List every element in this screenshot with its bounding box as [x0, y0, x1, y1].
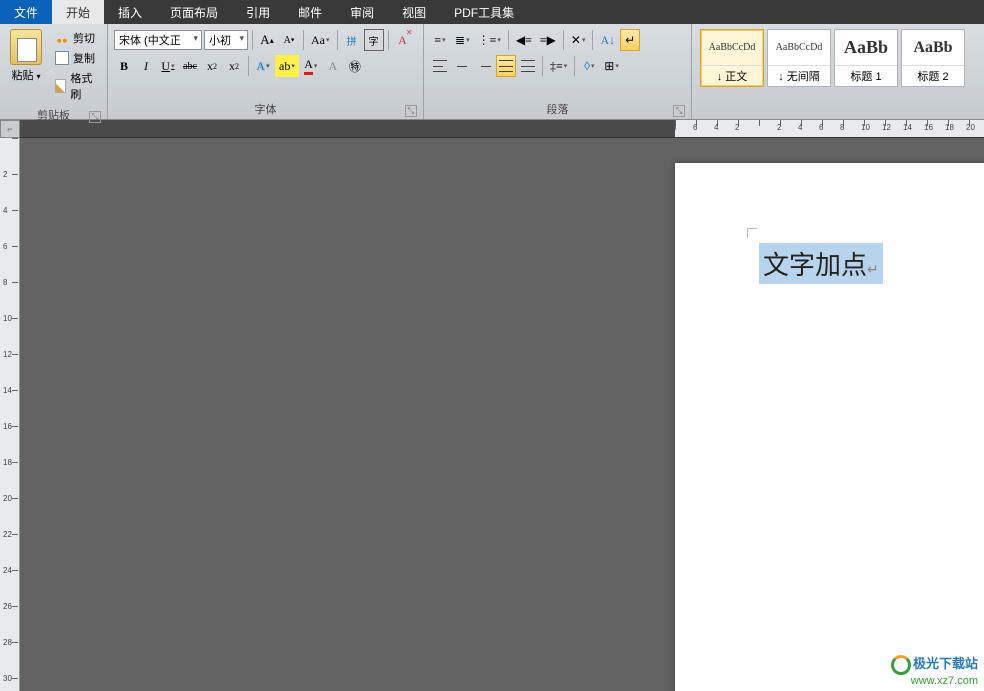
menu-home[interactable]: 开始 [52, 0, 104, 24]
menu-mail[interactable]: 邮件 [284, 0, 336, 24]
align-right-button[interactable] [474, 55, 494, 77]
paste-label[interactable]: 粘贴 ▾ [11, 67, 40, 83]
shrink-font-button[interactable]: A▾ [279, 29, 299, 51]
return-glyph-icon: ↵ [867, 263, 879, 278]
menu-pdf[interactable]: PDF工具集 [440, 0, 528, 24]
indent-decrease-button[interactable]: ◀≡ [513, 29, 535, 51]
font-name-combo[interactable]: 宋体 (中文正 [114, 30, 202, 50]
ruler-vertical[interactable]: 24681012141618202224262830 [0, 138, 20, 691]
paragraph-launcher[interactable]: ⤡ [673, 105, 685, 117]
group-paragraph: ≡▾ ≣▾ ⋮≡▾ ◀≡ ≡▶ ✕▾ A↓ ↵ [424, 24, 692, 119]
style-card-0[interactable]: AaBbCcDd↓ 正文 [700, 29, 764, 87]
paste-icon[interactable] [10, 29, 42, 65]
ribbon: 粘贴 ▾ 剪切 复制 格式刷 剪贴板⤡ 宋体 (中文正 小初 A▴ A▾ Aa▾ [0, 24, 984, 120]
clear-format-button[interactable]: A✕ [393, 29, 413, 51]
watermark-logo-icon [891, 655, 911, 675]
clipboard-launcher[interactable]: ⤡ [89, 111, 101, 123]
ruler-row: ⌐ 86422468101214161820 [0, 120, 984, 138]
shading-button[interactable]: ◊▾ [579, 55, 599, 77]
menu-insert[interactable]: 插入 [104, 0, 156, 24]
highlight-button[interactable]: ab▾ [275, 55, 299, 77]
watermark: 极光下载站 www.xz7.com [891, 653, 978, 687]
style-card-2[interactable]: AaBb标题 1 [834, 29, 898, 87]
menu-references[interactable]: 引用 [232, 0, 284, 24]
multilevel-button[interactable]: ⋮≡▾ [475, 29, 504, 51]
char-border-button[interactable]: 字 [364, 29, 384, 51]
subscript-button[interactable]: x2 [202, 55, 222, 77]
char-shading-button[interactable]: A [323, 55, 343, 77]
style-label: 标题 2 [902, 65, 964, 86]
text-effects-button[interactable]: A▾ [253, 55, 273, 77]
menu-file[interactable]: 文件 [0, 0, 52, 24]
align-justify-button[interactable] [496, 55, 516, 77]
pinyin-guide-button[interactable]: 拼 [342, 29, 362, 51]
group-clipboard-label: 剪贴板⤡ [4, 105, 103, 125]
group-paragraph-label: 段落⤡ [428, 99, 687, 119]
scissors-icon [55, 31, 69, 45]
group-font-label: 字体⤡ [112, 99, 419, 119]
group-styles: AaBbCcDd↓ 正文AaBbCcDd↓ 无间隔AaBb标题 1AaBb标题 … [692, 24, 984, 119]
font-color-button[interactable]: A▾ [301, 55, 321, 77]
style-preview: AaBb [902, 30, 964, 65]
align-center-button[interactable] [452, 55, 472, 77]
line-spacing-button[interactable]: ‡≡▾ [547, 55, 570, 77]
menu-view[interactable]: 视图 [388, 0, 440, 24]
align-distribute-button[interactable] [518, 55, 538, 77]
menubar: 文件 开始 插入 页面布局 引用 邮件 审阅 视图 PDF工具集 [0, 0, 984, 24]
cut-button[interactable]: 剪切 [52, 29, 99, 47]
style-card-3[interactable]: AaBb标题 2 [901, 29, 965, 87]
group-font: 宋体 (中文正 小初 A▴ A▾ Aa▾ 拼 字 A✕ B I U▾ [108, 24, 424, 119]
change-case-button[interactable]: Aa▾ [308, 29, 333, 51]
style-label: ↓ 无间隔 [768, 65, 830, 86]
style-label: ↓ 正文 [701, 65, 763, 86]
font-launcher[interactable]: ⤡ [405, 105, 417, 117]
grow-font-button[interactable]: A▴ [257, 29, 277, 51]
workspace: 24681012141618202224262830 文字加点↵ [0, 138, 984, 691]
copy-icon [55, 51, 69, 65]
page[interactable]: 文字加点↵ [675, 163, 984, 691]
strike-button[interactable]: abc [180, 55, 200, 77]
style-preview: AaBb [835, 30, 897, 65]
underline-button[interactable]: U▾ [158, 55, 178, 77]
bold-button[interactable]: B [114, 55, 134, 77]
group-clipboard: 粘贴 ▾ 剪切 复制 格式刷 剪贴板⤡ [0, 24, 108, 119]
sort-button[interactable]: A↓ [597, 29, 618, 51]
style-preview: AaBbCcDd [701, 30, 763, 65]
menu-review[interactable]: 审阅 [336, 0, 388, 24]
margin-corner-icon [747, 228, 757, 238]
superscript-button[interactable]: x2 [224, 55, 244, 77]
selected-text[interactable]: 文字加点↵ [759, 243, 883, 284]
document-area[interactable]: 文字加点↵ [20, 138, 984, 691]
enclosed-char-button[interactable]: ㊕ [345, 55, 365, 77]
style-card-1[interactable]: AaBbCcDd↓ 无间隔 [767, 29, 831, 87]
text-direction-button[interactable]: ✕▾ [568, 29, 589, 51]
font-size-combo[interactable]: 小初 [204, 30, 248, 50]
style-preview: AaBbCcDd [768, 30, 830, 65]
align-left-button[interactable] [430, 55, 450, 77]
show-marks-button[interactable]: ↵ [620, 29, 640, 51]
brush-icon [55, 79, 66, 93]
style-label: 标题 1 [835, 65, 897, 86]
format-painter-button[interactable]: 格式刷 [52, 69, 99, 103]
numbering-button[interactable]: ≣▾ [452, 29, 473, 51]
bullets-button[interactable]: ≡▾ [430, 29, 450, 51]
borders-button[interactable]: ⊞▾ [601, 55, 622, 77]
indent-increase-button[interactable]: ≡▶ [537, 29, 559, 51]
copy-button[interactable]: 复制 [52, 49, 99, 67]
menu-layout[interactable]: 页面布局 [156, 0, 232, 24]
ruler-horizontal[interactable]: 86422468101214161820 [675, 120, 984, 137]
italic-button[interactable]: I [136, 55, 156, 77]
